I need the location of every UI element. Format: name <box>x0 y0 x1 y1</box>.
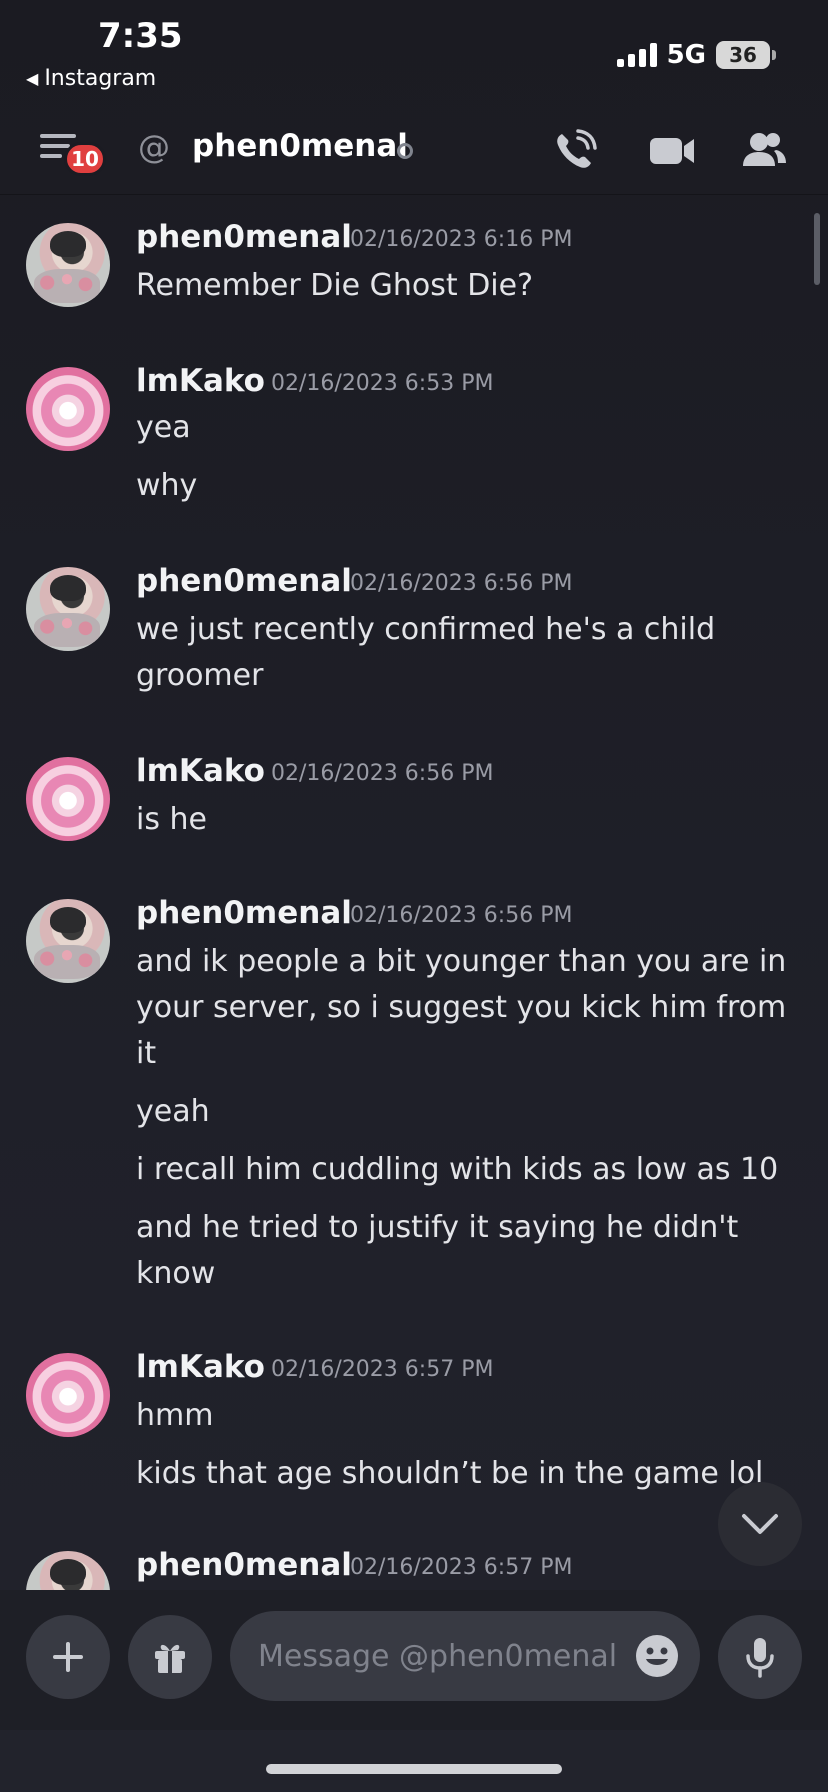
timestamp: 02/16/2023 6:53 PM <box>271 371 494 396</box>
gift-button[interactable] <box>128 1615 212 1699</box>
back-app-label: Instagram <box>44 66 157 91</box>
author-name[interactable]: phen0menal <box>136 1547 352 1583</box>
home-indicator[interactable] <box>266 1764 562 1774</box>
gift-icon <box>155 1644 185 1673</box>
attach-button[interactable] <box>26 1615 110 1699</box>
message-text: i recall him cuddling with kids as low a… <box>136 1152 779 1187</box>
avatar[interactable] <box>26 1551 110 1590</box>
notification-badge: 10 <box>64 142 106 176</box>
author-name[interactable]: lmKako <box>136 363 265 399</box>
back-triangle-icon: ◀ <box>26 69 39 88</box>
plus-icon <box>53 1642 83 1672</box>
voice-call-icon[interactable] <box>552 128 600 172</box>
network-type: 5G <box>666 40 706 70</box>
author-name[interactable]: phen0menal <box>136 219 352 255</box>
author-name[interactable]: lmKako <box>136 753 265 789</box>
timestamp: 02/16/2023 6:56 PM <box>350 571 573 596</box>
battery-level: 36 <box>729 43 757 67</box>
message-text: yea <box>136 410 191 445</box>
scrollbar[interactable] <box>814 213 820 285</box>
message-text: why <box>136 468 198 503</box>
avatar[interactable] <box>26 567 110 651</box>
timestamp: 02/16/2023 6:57 PM <box>271 1357 494 1382</box>
timestamp: 02/16/2023 6:16 PM <box>350 227 573 252</box>
message-input[interactable] <box>258 1631 618 1681</box>
channel-title[interactable]: phen0menal <box>192 128 408 164</box>
offline-status-icon <box>397 143 413 159</box>
dm-header: 10 @ phen0menal <box>0 100 828 195</box>
avatar[interactable] <box>26 757 110 841</box>
message-text: yeah <box>136 1094 210 1129</box>
message-text: groomer <box>136 658 264 693</box>
at-icon: @ <box>138 128 170 166</box>
chevron-down-icon <box>742 1514 778 1534</box>
avatar[interactable] <box>26 223 110 307</box>
video-call-icon[interactable] <box>648 128 696 172</box>
avatar[interactable] <box>26 1353 110 1437</box>
emoji-button[interactable] <box>636 1635 678 1677</box>
timestamp: 02/16/2023 6:56 PM <box>271 761 494 786</box>
author-name[interactable]: phen0menal <box>136 563 352 599</box>
message-text: your server, so i suggest you kick him f… <box>136 990 787 1025</box>
status-indicators: 5G 36 <box>616 40 776 70</box>
message-composer <box>0 1590 828 1730</box>
battery-icon: 36 <box>716 41 776 69</box>
message-text: know <box>136 1256 216 1291</box>
signal-icon <box>616 43 657 67</box>
timestamp: 02/16/2023 6:56 PM <box>350 903 573 928</box>
message-text: and he tried to justify it saying he did… <box>136 1210 739 1245</box>
author-name[interactable]: phen0menal <box>136 895 352 931</box>
author-name[interactable]: lmKako <box>136 1349 265 1385</box>
message-text: and ik people a bit younger than you are… <box>136 944 787 979</box>
avatar[interactable] <box>26 899 110 983</box>
message-list[interactable]: phen0menal 02/16/2023 6:16 PM Remember D… <box>0 195 828 1590</box>
emoji-icon <box>646 1647 668 1665</box>
voice-message-button[interactable] <box>718 1615 802 1699</box>
microphone-icon <box>746 1638 774 1678</box>
jump-to-latest-button[interactable] <box>718 1482 802 1566</box>
message-text: is he <box>136 802 207 837</box>
message-text: kids that age shouldn’t be in the game l… <box>136 1456 764 1491</box>
status-bar: 7:35 ◀ Instagram 5G 36 <box>0 0 828 100</box>
members-icon[interactable] <box>740 128 788 172</box>
message-input-wrapper <box>230 1611 700 1701</box>
back-to-app-link[interactable]: ◀ Instagram <box>26 66 156 91</box>
message-text: hmm <box>136 1398 214 1433</box>
message-text: we just recently confirmed he's a child <box>136 612 716 647</box>
status-time: 7:35 <box>98 16 183 56</box>
message-text: it <box>136 1036 157 1071</box>
avatar[interactable] <box>26 367 110 451</box>
message-text: Remember Die Ghost Die? <box>136 268 534 303</box>
timestamp: 02/16/2023 6:57 PM <box>350 1555 573 1580</box>
